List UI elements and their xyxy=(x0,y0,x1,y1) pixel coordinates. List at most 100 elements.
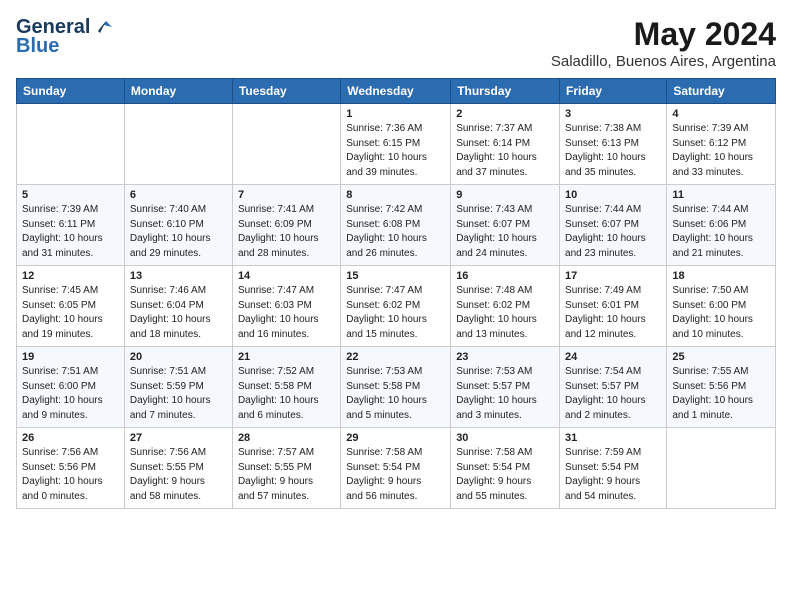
day-info: Sunrise: 7:48 AMSunset: 6:02 PMDaylight:… xyxy=(456,284,554,342)
day-info: Sunrise: 7:49 AMSunset: 6:01 PMDaylight:… xyxy=(565,284,661,342)
day-number: 4 xyxy=(672,108,770,120)
calendar-cell: 5 Sunrise: 7:39 AMSunset: 6:11 PMDaylight… xyxy=(17,185,125,266)
day-info: Sunrise: 7:42 AMSunset: 6:08 PMDaylight:… xyxy=(346,203,445,261)
day-info: Sunrise: 7:46 AMSunset: 6:04 PMDaylight:… xyxy=(130,284,227,342)
day-info: Sunrise: 7:51 AMSunset: 5:59 PMDaylight:… xyxy=(130,365,227,423)
calendar-cell xyxy=(232,104,340,185)
calendar-cell: 23 Sunrise: 7:53 AMSunset: 5:57 PMDayligh… xyxy=(451,347,560,428)
day-info: Sunrise: 7:58 AMSunset: 5:54 PMDaylight:… xyxy=(346,446,445,504)
calendar-week-row: 1Sunrise: 7:36 AMSunset: 6:15 PMDaylight… xyxy=(17,104,776,185)
day-info: Sunrise: 7:53 AMSunset: 5:57 PMDaylight:… xyxy=(456,365,554,423)
day-number: 28 xyxy=(238,432,335,444)
day-info: Sunrise: 7:39 AMSunset: 6:12 PMDaylight:… xyxy=(672,122,770,180)
day-info: Sunrise: 7:56 AMSunset: 5:55 PMDaylight:… xyxy=(130,446,227,504)
calendar-cell: 19 Sunrise: 7:51 AMSunset: 6:00 PMDayligh… xyxy=(17,347,125,428)
day-info: Sunrise: 7:44 AMSunset: 6:07 PMDaylight:… xyxy=(565,203,661,261)
day-number: 15 xyxy=(346,270,445,282)
calendar-cell: 9 Sunrise: 7:43 AMSunset: 6:07 PMDaylight… xyxy=(451,185,560,266)
weekday-header-saturday: Saturday xyxy=(667,79,776,104)
calendar-cell: 13 Sunrise: 7:46 AMSunset: 6:04 PMDayligh… xyxy=(124,266,232,347)
calendar-cell: 30 Sunrise: 7:58 AMSunset: 5:54 PMDayligh… xyxy=(451,428,560,509)
logo: General Blue xyxy=(16,16,114,58)
calendar-cell: 15Sunrise: 7:47 AMSunset: 6:02 PMDayligh… xyxy=(341,266,451,347)
day-info: Sunrise: 7:44 AMSunset: 6:06 PMDaylight:… xyxy=(672,203,770,261)
day-info: Sunrise: 7:54 AMSunset: 5:57 PMDaylight:… xyxy=(565,365,661,423)
day-number: 21 xyxy=(238,351,335,363)
calendar-cell: 22 Sunrise: 7:53 AMSunset: 5:58 PMDayligh… xyxy=(341,347,451,428)
calendar-cell: 7 Sunrise: 7:41 AMSunset: 6:09 PMDaylight… xyxy=(232,185,340,266)
logo-bird-icon xyxy=(92,17,114,39)
weekday-header-tuesday: Tuesday xyxy=(232,79,340,104)
day-info: Sunrise: 7:51 AMSunset: 6:00 PMDaylight:… xyxy=(22,365,119,423)
calendar-week-row: 19 Sunrise: 7:51 AMSunset: 6:00 PMDayligh… xyxy=(17,347,776,428)
day-number: 8 xyxy=(346,189,445,201)
weekday-header-sunday: Sunday xyxy=(17,79,125,104)
page-header: General Blue May 2024 Saladillo, Buenos … xyxy=(16,16,776,70)
day-info: Sunrise: 7:38 AMSunset: 6:13 PMDaylight:… xyxy=(565,122,661,180)
day-number: 11 xyxy=(672,189,770,201)
day-info: Sunrise: 7:55 AMSunset: 5:56 PMDaylight:… xyxy=(672,365,770,423)
logo-blue: Blue xyxy=(16,35,59,58)
calendar-cell: 4 Sunrise: 7:39 AMSunset: 6:12 PMDaylight… xyxy=(667,104,776,185)
day-info: Sunrise: 7:53 AMSunset: 5:58 PMDaylight:… xyxy=(346,365,445,423)
day-number: 26 xyxy=(22,432,119,444)
day-number: 7 xyxy=(238,189,335,201)
day-info: Sunrise: 7:50 AMSunset: 6:00 PMDaylight:… xyxy=(672,284,770,342)
day-number: 18 xyxy=(672,270,770,282)
calendar-cell: 10 Sunrise: 7:44 AMSunset: 6:07 PMDayligh… xyxy=(560,185,667,266)
calendar-cell: 14 Sunrise: 7:47 AMSunset: 6:03 PMDayligh… xyxy=(232,266,340,347)
calendar-cell: 29 Sunrise: 7:58 AMSunset: 5:54 PMDayligh… xyxy=(341,428,451,509)
calendar-cell: 18 Sunrise: 7:50 AMSunset: 6:00 PMDayligh… xyxy=(667,266,776,347)
calendar-cell: 26 Sunrise: 7:56 AMSunset: 5:56 PMDayligh… xyxy=(17,428,125,509)
day-info: Sunrise: 7:39 AMSunset: 6:11 PMDaylight:… xyxy=(22,203,119,261)
day-number: 6 xyxy=(130,189,227,201)
day-info: Sunrise: 7:47 AMSunset: 6:03 PMDaylight:… xyxy=(238,284,335,342)
day-number: 10 xyxy=(565,189,661,201)
title-block: May 2024 Saladillo, Buenos Aires, Argent… xyxy=(551,16,776,70)
day-number: 9 xyxy=(456,189,554,201)
day-number: 3 xyxy=(565,108,661,120)
day-info: Sunrise: 7:45 AMSunset: 6:05 PMDaylight:… xyxy=(22,284,119,342)
calendar-header-row: SundayMondayTuesdayWednesdayThursdayFrid… xyxy=(17,79,776,104)
day-number: 25 xyxy=(672,351,770,363)
calendar-cell: 20Sunrise: 7:51 AMSunset: 5:59 PMDayligh… xyxy=(124,347,232,428)
weekday-header-monday: Monday xyxy=(124,79,232,104)
day-info: Sunrise: 7:43 AMSunset: 6:07 PMDaylight:… xyxy=(456,203,554,261)
day-number: 19 xyxy=(22,351,119,363)
day-number: 23 xyxy=(456,351,554,363)
month-year-title: May 2024 xyxy=(551,16,776,53)
day-number: 13 xyxy=(130,270,227,282)
day-info: Sunrise: 7:37 AMSunset: 6:14 PMDaylight:… xyxy=(456,122,554,180)
calendar-table: SundayMondayTuesdayWednesdayThursdayFrid… xyxy=(16,78,776,509)
day-number: 30 xyxy=(456,432,554,444)
day-info: Sunrise: 7:36 AMSunset: 6:15 PMDaylight:… xyxy=(346,122,445,180)
day-number: 17 xyxy=(565,270,661,282)
calendar-cell: 11 Sunrise: 7:44 AMSunset: 6:06 PMDayligh… xyxy=(667,185,776,266)
day-info: Sunrise: 7:41 AMSunset: 6:09 PMDaylight:… xyxy=(238,203,335,261)
calendar-cell: 28Sunrise: 7:57 AMSunset: 5:55 PMDayligh… xyxy=(232,428,340,509)
calendar-cell: 25 Sunrise: 7:55 AMSunset: 5:56 PMDayligh… xyxy=(667,347,776,428)
day-number: 24 xyxy=(565,351,661,363)
day-number: 29 xyxy=(346,432,445,444)
day-info: Sunrise: 7:59 AMSunset: 5:54 PMDaylight:… xyxy=(565,446,661,504)
day-number: 14 xyxy=(238,270,335,282)
calendar-cell: 21Sunrise: 7:52 AMSunset: 5:58 PMDayligh… xyxy=(232,347,340,428)
day-info: Sunrise: 7:58 AMSunset: 5:54 PMDaylight:… xyxy=(456,446,554,504)
day-number: 12 xyxy=(22,270,119,282)
day-info: Sunrise: 7:56 AMSunset: 5:56 PMDaylight:… xyxy=(22,446,119,504)
day-number: 22 xyxy=(346,351,445,363)
calendar-cell: 8 Sunrise: 7:42 AMSunset: 6:08 PMDaylight… xyxy=(341,185,451,266)
weekday-header-wednesday: Wednesday xyxy=(341,79,451,104)
calendar-cell: 12 Sunrise: 7:45 AMSunset: 6:05 PMDayligh… xyxy=(17,266,125,347)
calendar-cell: 3 Sunrise: 7:38 AMSunset: 6:13 PMDaylight… xyxy=(560,104,667,185)
day-number: 27 xyxy=(130,432,227,444)
calendar-cell: 27 Sunrise: 7:56 AMSunset: 5:55 PMDayligh… xyxy=(124,428,232,509)
day-number: 5 xyxy=(22,189,119,201)
calendar-cell: 1Sunrise: 7:36 AMSunset: 6:15 PMDaylight… xyxy=(341,104,451,185)
calendar-week-row: 26 Sunrise: 7:56 AMSunset: 5:56 PMDayligh… xyxy=(17,428,776,509)
calendar-cell xyxy=(667,428,776,509)
calendar-week-row: 12 Sunrise: 7:45 AMSunset: 6:05 PMDayligh… xyxy=(17,266,776,347)
location-subtitle: Saladillo, Buenos Aires, Argentina xyxy=(551,53,776,70)
calendar-cell xyxy=(124,104,232,185)
day-number: 16 xyxy=(456,270,554,282)
